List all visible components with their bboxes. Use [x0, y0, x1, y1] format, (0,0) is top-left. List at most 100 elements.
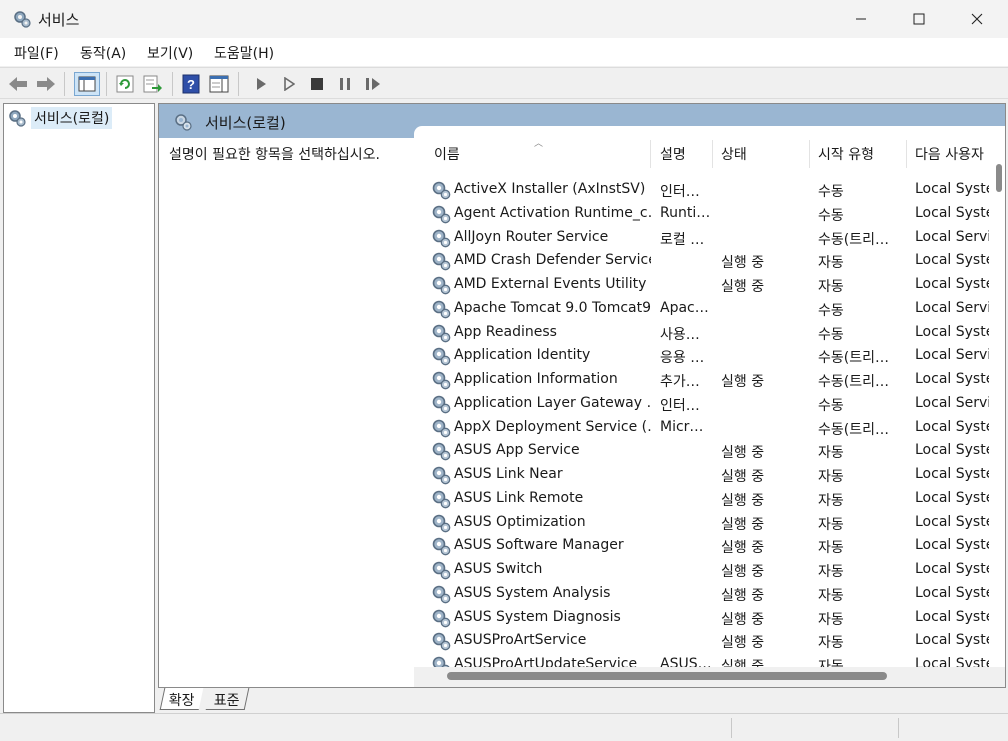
service-logon-as: Local Syste: [915, 323, 995, 340]
service-row[interactable]: AllJoyn Router Service 로컬 … 수동(트리… Local Se…: [414, 226, 991, 250]
minimize-button[interactable]: [832, 0, 890, 38]
service-name: AppX Deployment Service (…: [454, 418, 651, 435]
column-header-description[interactable]: 설명: [660, 144, 686, 164]
column-header-logon-as[interactable]: 다음 사용자: [915, 144, 989, 164]
service-row[interactable]: Application Layer Gateway … 인터… 수동 Local Se…: [414, 392, 991, 416]
horizontal-scroll-thumb[interactable]: [447, 672, 887, 680]
service-gear-icon: [430, 274, 452, 296]
tree-item-services-local[interactable]: 서비스(로컬): [7, 107, 113, 129]
service-description: Micr…: [660, 418, 704, 435]
service-gear-icon: [430, 535, 452, 557]
service-logon-as: Local Syste: [915, 632, 995, 649]
service-gear-icon: [430, 512, 452, 534]
service-row[interactable]: ActiveX Installer (AxInstSV) 인터… 수동 Local S…: [414, 178, 994, 202]
service-startup-type: 수동: [818, 184, 844, 200]
service-gear-icon: [430, 203, 452, 225]
menu-view[interactable]: 보기(V): [147, 43, 193, 63]
vertical-scrollbar[interactable]: [989, 126, 1005, 687]
service-row[interactable]: ASUS Switch 실행 중 자동 Local Syste: [414, 558, 994, 582]
tree-item-label: 서비스(로컬): [31, 107, 113, 129]
toolbar: ?: [0, 67, 1008, 99]
service-status: 실행 중: [721, 540, 765, 557]
menu-file[interactable]: 파일(F): [14, 43, 59, 63]
service-row[interactable]: ASUS System Analysis 실행 중 자동 Local Syste: [414, 582, 994, 606]
service-startup-type: 자동: [818, 587, 844, 604]
service-logon-as: Local Servi: [915, 299, 992, 316]
service-row[interactable]: ASUS Link Near 실행 중 자동 Local Syste: [414, 463, 994, 487]
service-gear-icon: [430, 298, 452, 320]
service-row[interactable]: ASUS App Service 실행 중 자동 Local Syste: [414, 439, 994, 463]
start-service-alt-icon: [284, 77, 295, 91]
service-row[interactable]: ASUS Optimization 실행 중 자동 Local Syste: [414, 511, 994, 535]
service-startup-type: 수동: [818, 207, 844, 224]
vertical-scroll-thumb[interactable]: [996, 164, 1002, 192]
service-logon-as: Local Syste: [915, 489, 995, 506]
service-startup-type: 수동(트리…: [818, 231, 889, 248]
properties-pane-button[interactable]: [208, 73, 230, 95]
service-row[interactable]: AMD External Events Utility 실행 중 자동 Local S…: [414, 273, 994, 297]
tab-standard[interactable]: 표준: [205, 688, 250, 710]
column-divider: [906, 140, 907, 168]
close-button[interactable]: [948, 0, 1006, 38]
sort-up-icon: ︿: [534, 139, 544, 149]
column-header-name[interactable]: 이름: [434, 144, 460, 164]
services-list: ︿ 이름 설명 상태 시작 유형 다음 사용자 ActiveX Installe…: [414, 126, 1005, 687]
back-button[interactable]: [7, 73, 29, 95]
service-row[interactable]: ASUS Link Remote 실행 중 자동 Local Syste: [414, 487, 994, 511]
service-gear-icon: [430, 417, 452, 439]
service-row[interactable]: ASUS System Diagnosis 실행 중 자동 Local Syste: [414, 606, 994, 630]
console-tree-button[interactable]: [74, 72, 100, 96]
service-name: ASUS Link Near: [454, 466, 563, 482]
start-service-alt-button[interactable]: [278, 73, 300, 95]
service-gear-icon: [430, 559, 452, 581]
menu-action[interactable]: 동작(A): [80, 43, 126, 63]
service-startup-type: 자동: [818, 255, 844, 272]
pause-service-icon: [340, 78, 350, 90]
service-name: ASUS System Diagnosis: [454, 608, 621, 625]
service-gear-icon: [430, 250, 452, 272]
help-button[interactable]: ?: [180, 73, 202, 95]
column-divider: [809, 140, 810, 168]
service-name: App Readiness: [454, 323, 557, 340]
maximize-button[interactable]: [890, 0, 948, 38]
service-row[interactable]: AMD Crash Defender Service 실행 중 자동 Local Sy…: [414, 249, 994, 273]
stop-service-button[interactable]: [306, 73, 328, 95]
service-gear-icon: [430, 179, 452, 201]
resume-service-button[interactable]: [362, 73, 384, 95]
service-logon-as: Local Syste: [915, 561, 995, 577]
service-startup-type: 수동(트리…: [818, 350, 889, 367]
service-status: 실행 중: [721, 635, 765, 652]
tab-extended[interactable]: 확장: [159, 688, 204, 710]
forward-button[interactable]: [35, 73, 57, 95]
service-name: AMD External Events Utility: [454, 276, 647, 292]
column-header-status[interactable]: 상태: [721, 144, 747, 164]
service-logon-as: Local Syste: [915, 537, 995, 554]
stop-service-icon: [311, 78, 323, 90]
column-header-startup-type[interactable]: 시작 유형: [818, 144, 874, 164]
service-description: Runti…: [660, 204, 711, 221]
start-service-button[interactable]: [250, 73, 272, 95]
refresh-button[interactable]: [114, 73, 136, 95]
export-list-button[interactable]: [142, 73, 164, 95]
service-row[interactable]: Application Information 추가… 실행 중 수동(트리… Loca…: [414, 368, 994, 392]
service-status: 실행 중: [721, 374, 765, 390]
service-row[interactable]: ASUSProArtService 실행 중 자동 Local Syste: [414, 629, 994, 653]
service-name: ASUS Optimization: [454, 513, 586, 530]
service-gear-icon: [430, 607, 452, 629]
service-row[interactable]: Application Identity 응용 … 수동(트리… Local Serv…: [414, 344, 991, 368]
service-row[interactable]: AppX Deployment Service (… Micr… 수동(트리… Loc…: [414, 416, 994, 440]
pause-service-button[interactable]: [334, 73, 356, 95]
horizontal-scrollbar[interactable]: [414, 667, 1005, 687]
service-row[interactable]: Apache Tomcat 9.0 Tomcat9 Apac… 수동 Local Se…: [414, 297, 991, 321]
tab-standard-label: 표준: [213, 693, 240, 709]
help-icon: ?: [182, 74, 200, 94]
title-bar: 서비스: [0, 0, 1008, 38]
service-gear-icon: [430, 488, 452, 510]
service-row[interactable]: Agent Activation Runtime_c… Runti… 수동 Local…: [414, 202, 994, 226]
window-title: 서비스: [38, 11, 80, 29]
menu-help[interactable]: 도움말(H): [214, 43, 274, 63]
service-row[interactable]: App Readiness 사용… 수동 Local Syste: [414, 321, 994, 345]
service-name: AllJoyn Router Service: [454, 228, 609, 245]
service-row[interactable]: ASUS Software Manager 실행 중 자동 Local Syste: [414, 534, 994, 558]
service-startup-type: 자동: [818, 611, 844, 628]
